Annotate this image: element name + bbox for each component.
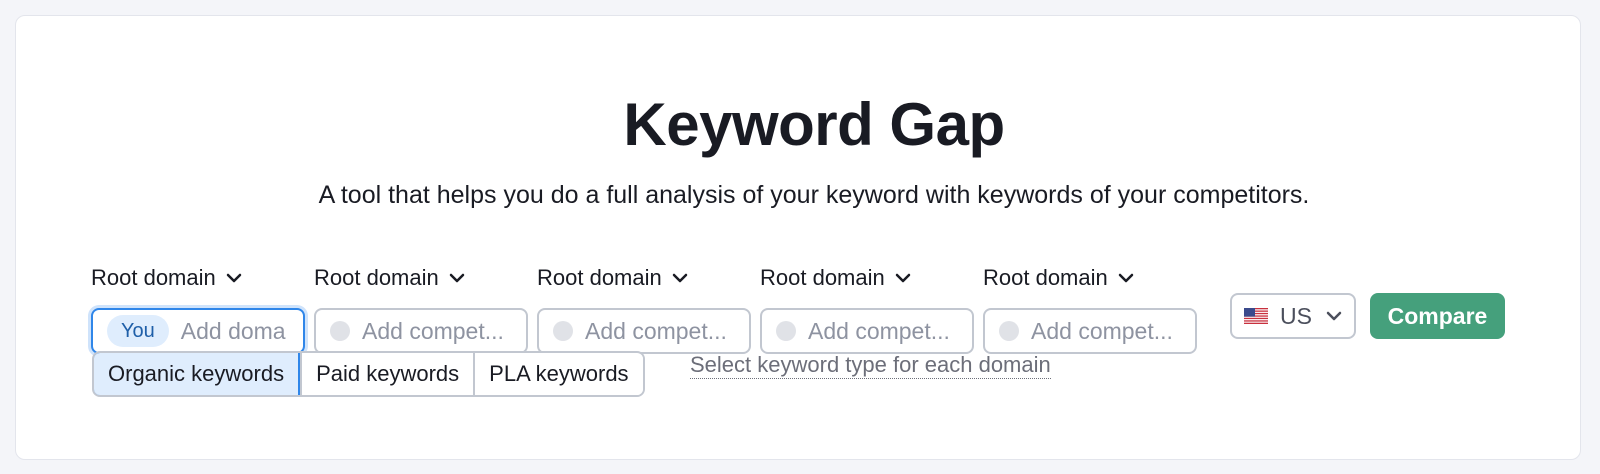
domain-column-you: Root domain You Add doma: [91, 264, 305, 354]
domain-type-select-2[interactable]: Root domain: [314, 264, 465, 292]
domain-type-label: Root domain: [91, 265, 216, 290]
domain-type-select-4[interactable]: Root domain: [760, 264, 911, 292]
database-value: US: [1280, 302, 1312, 329]
compare-button[interactable]: Compare: [1370, 293, 1505, 339]
competitor-color-dot: [330, 321, 350, 341]
domain-type-label: Root domain: [537, 265, 662, 290]
chevron-down-icon: [449, 273, 464, 283]
domain-placeholder: Add doma: [180, 317, 286, 344]
competitor-domain-input-3[interactable]: Add compet...: [760, 308, 974, 354]
chevron-down-icon: [1118, 273, 1133, 283]
domain-placeholder: Add compet...: [1031, 317, 1173, 344]
domain-column-competitor-3: Root domain Add compet...: [760, 264, 974, 354]
competitor-color-dot: [776, 321, 796, 341]
pla-keywords-button[interactable]: PLA keywords: [473, 353, 643, 395]
domain-type-select-3[interactable]: Root domain: [537, 264, 688, 292]
domain-column-competitor-4: Root domain Add compet...: [983, 264, 1197, 354]
domain-type-label: Root domain: [760, 265, 885, 290]
domain-type-label: Root domain: [983, 265, 1108, 290]
competitor-domain-input-2[interactable]: Add compet...: [537, 308, 751, 354]
select-keyword-type-per-domain-link[interactable]: Select keyword type for each domain: [690, 352, 1051, 379]
chevron-down-icon: [1326, 311, 1342, 321]
competitor-domain-input-4[interactable]: Add compet...: [983, 308, 1197, 354]
competitor-color-dot: [999, 321, 1019, 341]
domain-column-competitor-2: Root domain Add compet...: [537, 264, 751, 354]
paid-keywords-button[interactable]: Paid keywords: [300, 353, 474, 395]
competitor-color-dot: [553, 321, 573, 341]
domain-placeholder: Add compet...: [585, 317, 727, 344]
domain-type-label: Root domain: [314, 265, 439, 290]
us-flag-icon: [1244, 308, 1268, 324]
chevron-down-icon: [672, 273, 687, 283]
chevron-down-icon: [895, 273, 910, 283]
domain-column-competitor-1: Root domain Add compet...: [314, 264, 528, 354]
your-domain-input[interactable]: You Add doma: [91, 308, 305, 354]
page-subtitle: A tool that helps you do a full analysis…: [318, 181, 1310, 209]
domain-placeholder: Add compet...: [808, 317, 950, 344]
database-select[interactable]: US: [1230, 293, 1356, 339]
domain-type-select-5[interactable]: Root domain: [983, 264, 1134, 292]
keyword-gap-card: Keyword Gap A tool that helps you do a f…: [15, 15, 1581, 460]
domain-placeholder: Add compet...: [362, 317, 504, 344]
domain-type-select-1[interactable]: Root domain: [91, 264, 242, 292]
you-badge: You: [107, 315, 169, 347]
chevron-down-icon: [226, 273, 241, 283]
keyword-type-toggle: Organic keywords Paid keywords PLA keywo…: [92, 351, 645, 397]
page-title: Keyword Gap: [623, 91, 1005, 158]
competitor-domain-input-1[interactable]: Add compet...: [314, 308, 528, 354]
organic-keywords-button[interactable]: Organic keywords: [93, 353, 301, 395]
